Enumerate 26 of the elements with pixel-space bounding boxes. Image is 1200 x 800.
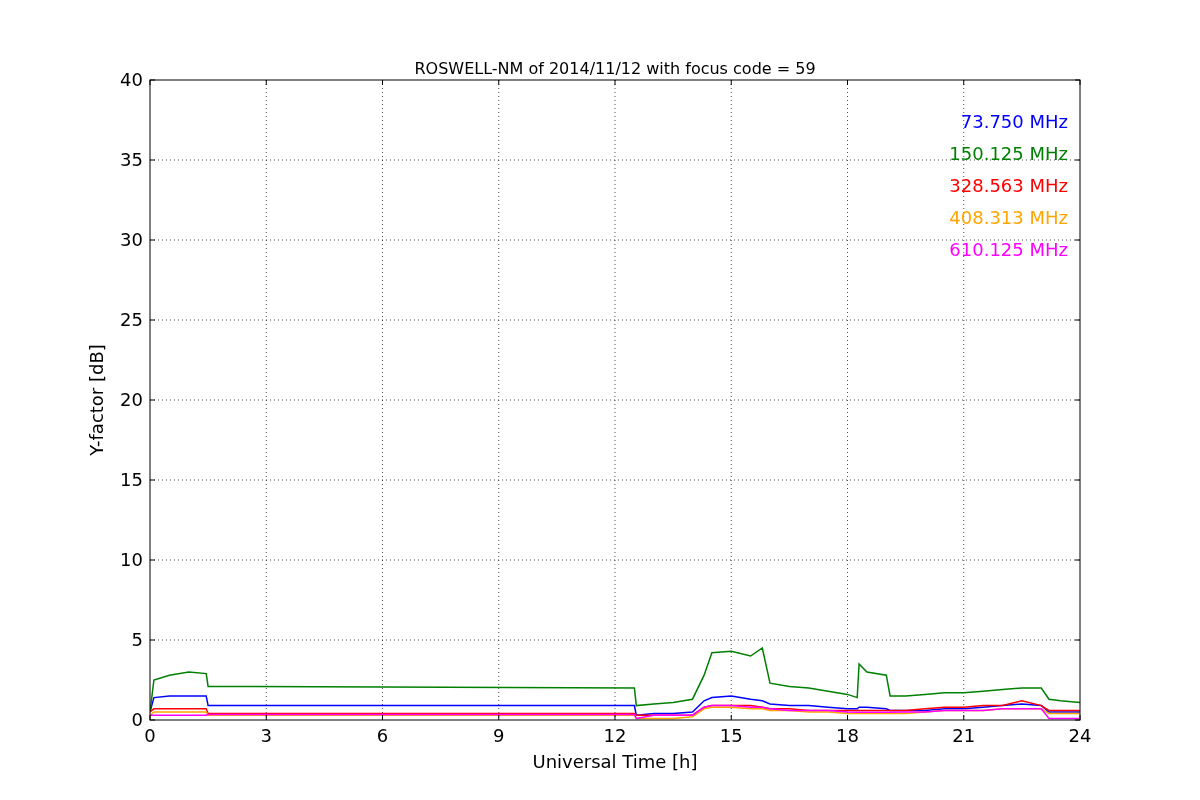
x-tick-label: 6 xyxy=(376,725,389,746)
legend-label: 408.313 MHz xyxy=(949,207,1068,228)
x-tick-label: 3 xyxy=(260,725,272,746)
chart-title: ROSWELL-NM of 2014/11/12 with focus code = 59 xyxy=(414,59,816,78)
x-tick-label: 9 xyxy=(493,725,505,746)
x-axis-label: Universal Time [h] xyxy=(532,751,698,772)
x-tick-label: 18 xyxy=(836,725,859,746)
y-tick-label: 30 xyxy=(120,229,143,250)
y-tick-label: 25 xyxy=(120,309,143,330)
x-tick-label: 12 xyxy=(603,725,627,746)
y-tick-label: 15 xyxy=(120,469,143,490)
legend-label: 73.750 MHz xyxy=(960,111,1068,132)
y-tick-label: 20 xyxy=(120,389,143,410)
x-tick-label: 15 xyxy=(719,725,743,746)
legend-label: 328.563 MHz xyxy=(949,175,1068,196)
y-tick-label: 0 xyxy=(131,709,143,730)
x-tick-label: 0 xyxy=(144,725,156,746)
x-tick-label: 21 xyxy=(952,725,976,746)
y-tick-label: 35 xyxy=(120,149,143,170)
x-tick-label: 24 xyxy=(1068,725,1092,746)
legend-label: 150.125 MHz xyxy=(949,143,1068,164)
y-tick-label: 5 xyxy=(131,629,143,650)
y-tick-label: 10 xyxy=(120,549,143,570)
y-tick-label: 40 xyxy=(120,69,143,90)
legend-label: 610.125 MHz xyxy=(949,239,1068,260)
y-axis-label: Y-factor [dB] xyxy=(86,344,107,456)
